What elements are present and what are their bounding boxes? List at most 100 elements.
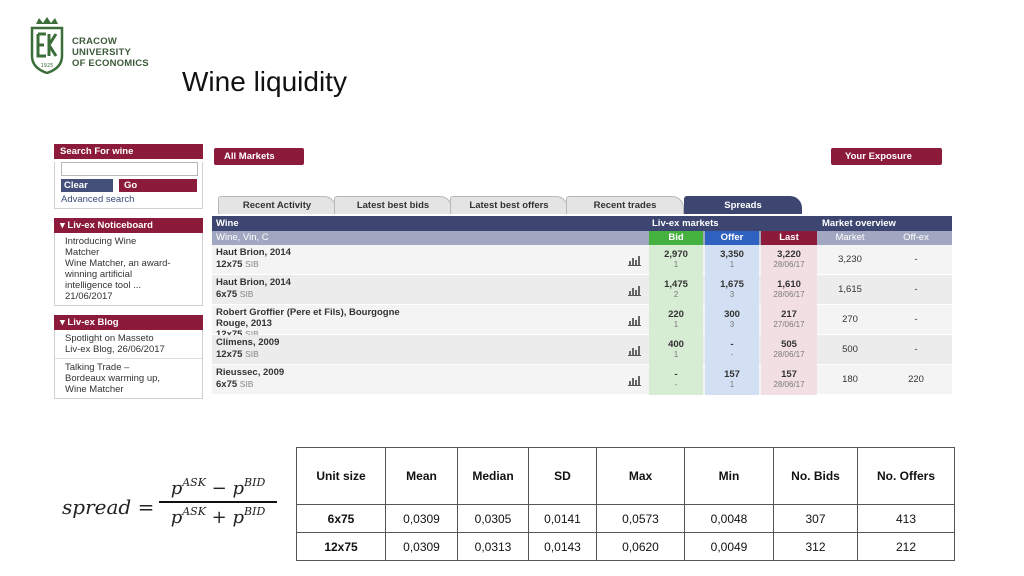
offer-cell[interactable]: -- [705, 335, 759, 365]
spreads-grid: Wine Liv-ex markets Market overview Wine… [212, 216, 952, 395]
bid-cell[interactable]: 400 1 [649, 335, 703, 365]
logo-line-1: CRACOW [72, 36, 117, 47]
blog-title[interactable]: ▾ Liv-ex Blog [54, 315, 203, 330]
price-chart-icon[interactable] [628, 315, 641, 326]
offer-cell[interactable]: 1,675 3 [705, 275, 759, 305]
stats-cell: 6x75 [296, 504, 386, 533]
go-button[interactable]: Go [119, 179, 197, 192]
tab-recent-trades[interactable]: Recent trades [566, 196, 684, 214]
blog-panel: Spotlight on Masseto Liv-ex Blog, 26/06/… [54, 330, 203, 399]
slide-title: Wine liquidity [182, 66, 347, 97]
stats-cell: 0,0309 [385, 504, 458, 533]
market-cell: 500 [842, 344, 858, 355]
formula-numerator: pASK − pBID [170, 476, 266, 499]
column-offex[interactable]: Off-ex [883, 231, 949, 245]
wine-row[interactable]: Robert Groffier (Pere et Fils), Bourgogn… [212, 305, 952, 340]
bid-cell[interactable]: 220 1 [649, 305, 703, 335]
column-market[interactable]: Market [819, 231, 881, 245]
search-panel: Clear Go Advanced search [54, 162, 203, 209]
stats-header-max: Max [596, 447, 685, 505]
wine-rows: Haut Brion, 2014 12x75 SIB 2,970 1 3,350 1 3,2… [212, 245, 952, 395]
stats-cell: 0,0309 [385, 532, 458, 561]
last-cell: 157 28/06/17 [761, 365, 817, 395]
price-chart-icon[interactable] [628, 345, 641, 356]
stats-header-no-bids: No. Bids [773, 447, 858, 505]
stats-cell: 312 [773, 532, 858, 561]
bid-cell[interactable]: 1,475 2 [649, 275, 703, 305]
stats-cell: 0,0143 [528, 532, 597, 561]
grid-header: Wine Liv-ex markets Market overview [212, 216, 952, 231]
offer-cell[interactable]: 157 1 [705, 365, 759, 395]
tab-latest-best-offers[interactable]: Latest best offers [450, 196, 568, 214]
wine-row[interactable]: Haut Brion, 2014 12x75 SIB 2,970 1 3,350 1 3,2… [212, 245, 952, 275]
market-tabs: Recent Activity Latest best bids Latest … [212, 196, 952, 214]
wine-name[interactable]: Haut Brion, 2014 6x75 SIB [216, 277, 636, 300]
stats-header-min: Min [684, 447, 774, 505]
liquidity-stats-table: Unit size Mean Median SD Max Min No. Bid… [296, 447, 955, 561]
tab-latest-best-bids[interactable]: Latest best bids [334, 196, 452, 214]
last-cell: 3,220 28/06/17 [761, 245, 817, 275]
markets-panel: All Markets Your Exposure Recent Activit… [212, 144, 952, 404]
blog-item[interactable]: Talking Trade – Bordeaux warming up, Win… [55, 359, 202, 398]
sidebar: Search For wine Clear Go Advanced search… [54, 144, 203, 404]
blog-item[interactable]: Spotlight on Masseto Liv-ex Blog, 26/06/… [55, 330, 202, 359]
header-livex-markets: Liv-ex markets [652, 218, 719, 229]
stats-header-median: Median [457, 447, 529, 505]
price-chart-icon[interactable] [628, 375, 641, 386]
clear-button[interactable]: Clear [61, 179, 113, 192]
stats-cell: 0,0573 [596, 504, 685, 533]
offer-cell[interactable]: 300 3 [705, 305, 759, 335]
stats-row: 6x75 0,0309 0,0305 0,0141 0,0573 0,0048 … [296, 504, 955, 533]
wine-name[interactable]: Haut Brion, 2014 12x75 SIB [216, 247, 636, 270]
price-chart-icon[interactable] [628, 255, 641, 266]
market-cell: 3,230 [838, 254, 862, 265]
bid-cell[interactable]: 2,970 1 [649, 245, 703, 275]
noticeboard-panel: Introducing Wine Matcher Wine Matcher, a… [54, 233, 203, 306]
offer-cell[interactable]: 3,350 1 [705, 245, 759, 275]
formula-denominator: pASK + pBID [170, 504, 266, 528]
stats-cell: 0,0141 [528, 504, 597, 533]
wine-row[interactable]: Haut Brion, 2014 6x75 SIB 1,475 2 1,675 3 1,61… [212, 275, 952, 305]
stats-cell: 413 [857, 504, 955, 533]
advanced-search-link[interactable]: Advanced search [55, 192, 202, 208]
wine-row[interactable]: Rieussec, 2009 6x75 SIB - -157 1 157 28/06/17 1… [212, 365, 952, 395]
offex-cell: - [914, 314, 918, 325]
stats-header-no-offers: No. Offers [857, 447, 955, 505]
fraction-bar [159, 501, 277, 503]
market-cell: 1,615 [838, 284, 862, 295]
column-bid[interactable]: Bid [649, 231, 703, 245]
bid-cell[interactable]: -- [649, 365, 703, 395]
stats-cell: 0,0313 [457, 532, 529, 561]
stats-cell: 212 [857, 532, 955, 561]
header-wine: Wine [216, 218, 239, 229]
tab-spreads[interactable]: Spreads [684, 196, 802, 214]
wine-row[interactable]: Climens, 2009 12x75 SIB 400 1- -505 28/06/17 5… [212, 335, 952, 365]
tab-recent-activity[interactable]: Recent Activity [218, 196, 336, 214]
wine-name[interactable]: Climens, 2009 12x75 SIB [216, 337, 636, 360]
offex-cell: - [914, 254, 918, 265]
last-cell: 505 28/06/17 [761, 335, 817, 365]
stats-cell: 0,0049 [684, 532, 774, 561]
stats-header-row: Unit size Mean Median SD Max Min No. Bid… [296, 447, 955, 505]
price-chart-icon[interactable] [628, 285, 641, 296]
your-exposure-button[interactable]: Your Exposure [831, 148, 942, 165]
column-offer[interactable]: Offer [705, 231, 759, 245]
market-cell: 270 [842, 314, 858, 325]
header-market-overview: Market overview [822, 218, 896, 229]
all-markets-button[interactable]: All Markets [214, 148, 304, 165]
stats-header-unit-size: Unit size [296, 447, 386, 505]
wine-search-input[interactable] [61, 162, 198, 176]
stats-cell: 0,0305 [457, 504, 529, 533]
notice-item[interactable]: Introducing Wine Matcher Wine Matcher, a… [55, 233, 202, 305]
subheader-wine: Wine, Vin, C [216, 232, 269, 243]
livex-screenshot: Search For wine Clear Go Advanced search… [54, 144, 952, 404]
column-last[interactable]: Last [761, 231, 817, 245]
noticeboard-title[interactable]: ▾ Liv-ex Noticeboard [54, 218, 203, 233]
offex-cell: - [914, 284, 918, 295]
wine-name[interactable]: Rieussec, 2009 6x75 SIB [216, 367, 636, 390]
logo-year: 1925 [41, 63, 54, 69]
stats-cell: 12x75 [296, 532, 386, 561]
offex-cell: - [914, 344, 918, 355]
formula-lhs: spread = [62, 495, 155, 519]
stats-header-sd: SD [528, 447, 597, 505]
